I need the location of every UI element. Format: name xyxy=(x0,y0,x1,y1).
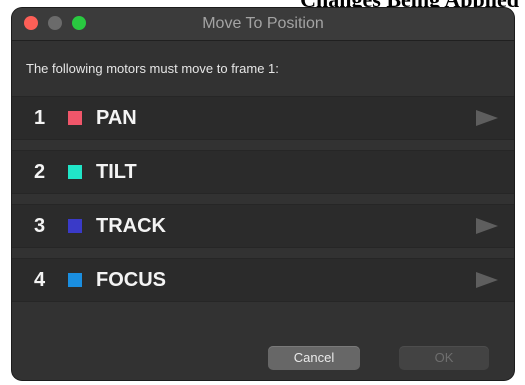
motor-color-swatch xyxy=(68,273,82,287)
title-bar: Move To Position xyxy=(12,8,514,41)
dialog-message: The following motors must move to frame … xyxy=(26,61,279,76)
motor-color-swatch xyxy=(68,165,82,179)
motor-row-focus: 4 FOCUS xyxy=(12,258,514,302)
window-title: Move To Position xyxy=(202,15,324,32)
motor-number: 1 xyxy=(34,107,46,129)
move-track-button[interactable] xyxy=(476,218,498,234)
motor-name: FOCUS xyxy=(96,269,166,291)
motor-name: TILT xyxy=(96,161,137,183)
motor-list: 1 PAN 2 TILT 3 TRACK 4 FOCUS xyxy=(12,96,514,312)
move-focus-button[interactable] xyxy=(476,272,498,288)
motor-color-swatch xyxy=(68,111,82,125)
motor-number: 3 xyxy=(34,215,46,237)
motor-number: 4 xyxy=(34,269,46,291)
move-to-position-dialog: Move To Position The following motors mu… xyxy=(12,8,514,380)
motor-color-swatch xyxy=(68,219,82,233)
cancel-button[interactable]: Cancel xyxy=(268,346,360,370)
move-pan-button[interactable] xyxy=(476,110,498,126)
motor-row-pan: 1 PAN xyxy=(12,96,514,140)
motor-name: PAN xyxy=(96,107,137,129)
motor-row-track: 3 TRACK xyxy=(12,204,514,248)
ok-button[interactable]: OK xyxy=(399,346,489,370)
motor-name: TRACK xyxy=(96,215,166,237)
motor-row-tilt: 2 TILT xyxy=(12,150,514,194)
motor-number: 2 xyxy=(34,161,46,183)
